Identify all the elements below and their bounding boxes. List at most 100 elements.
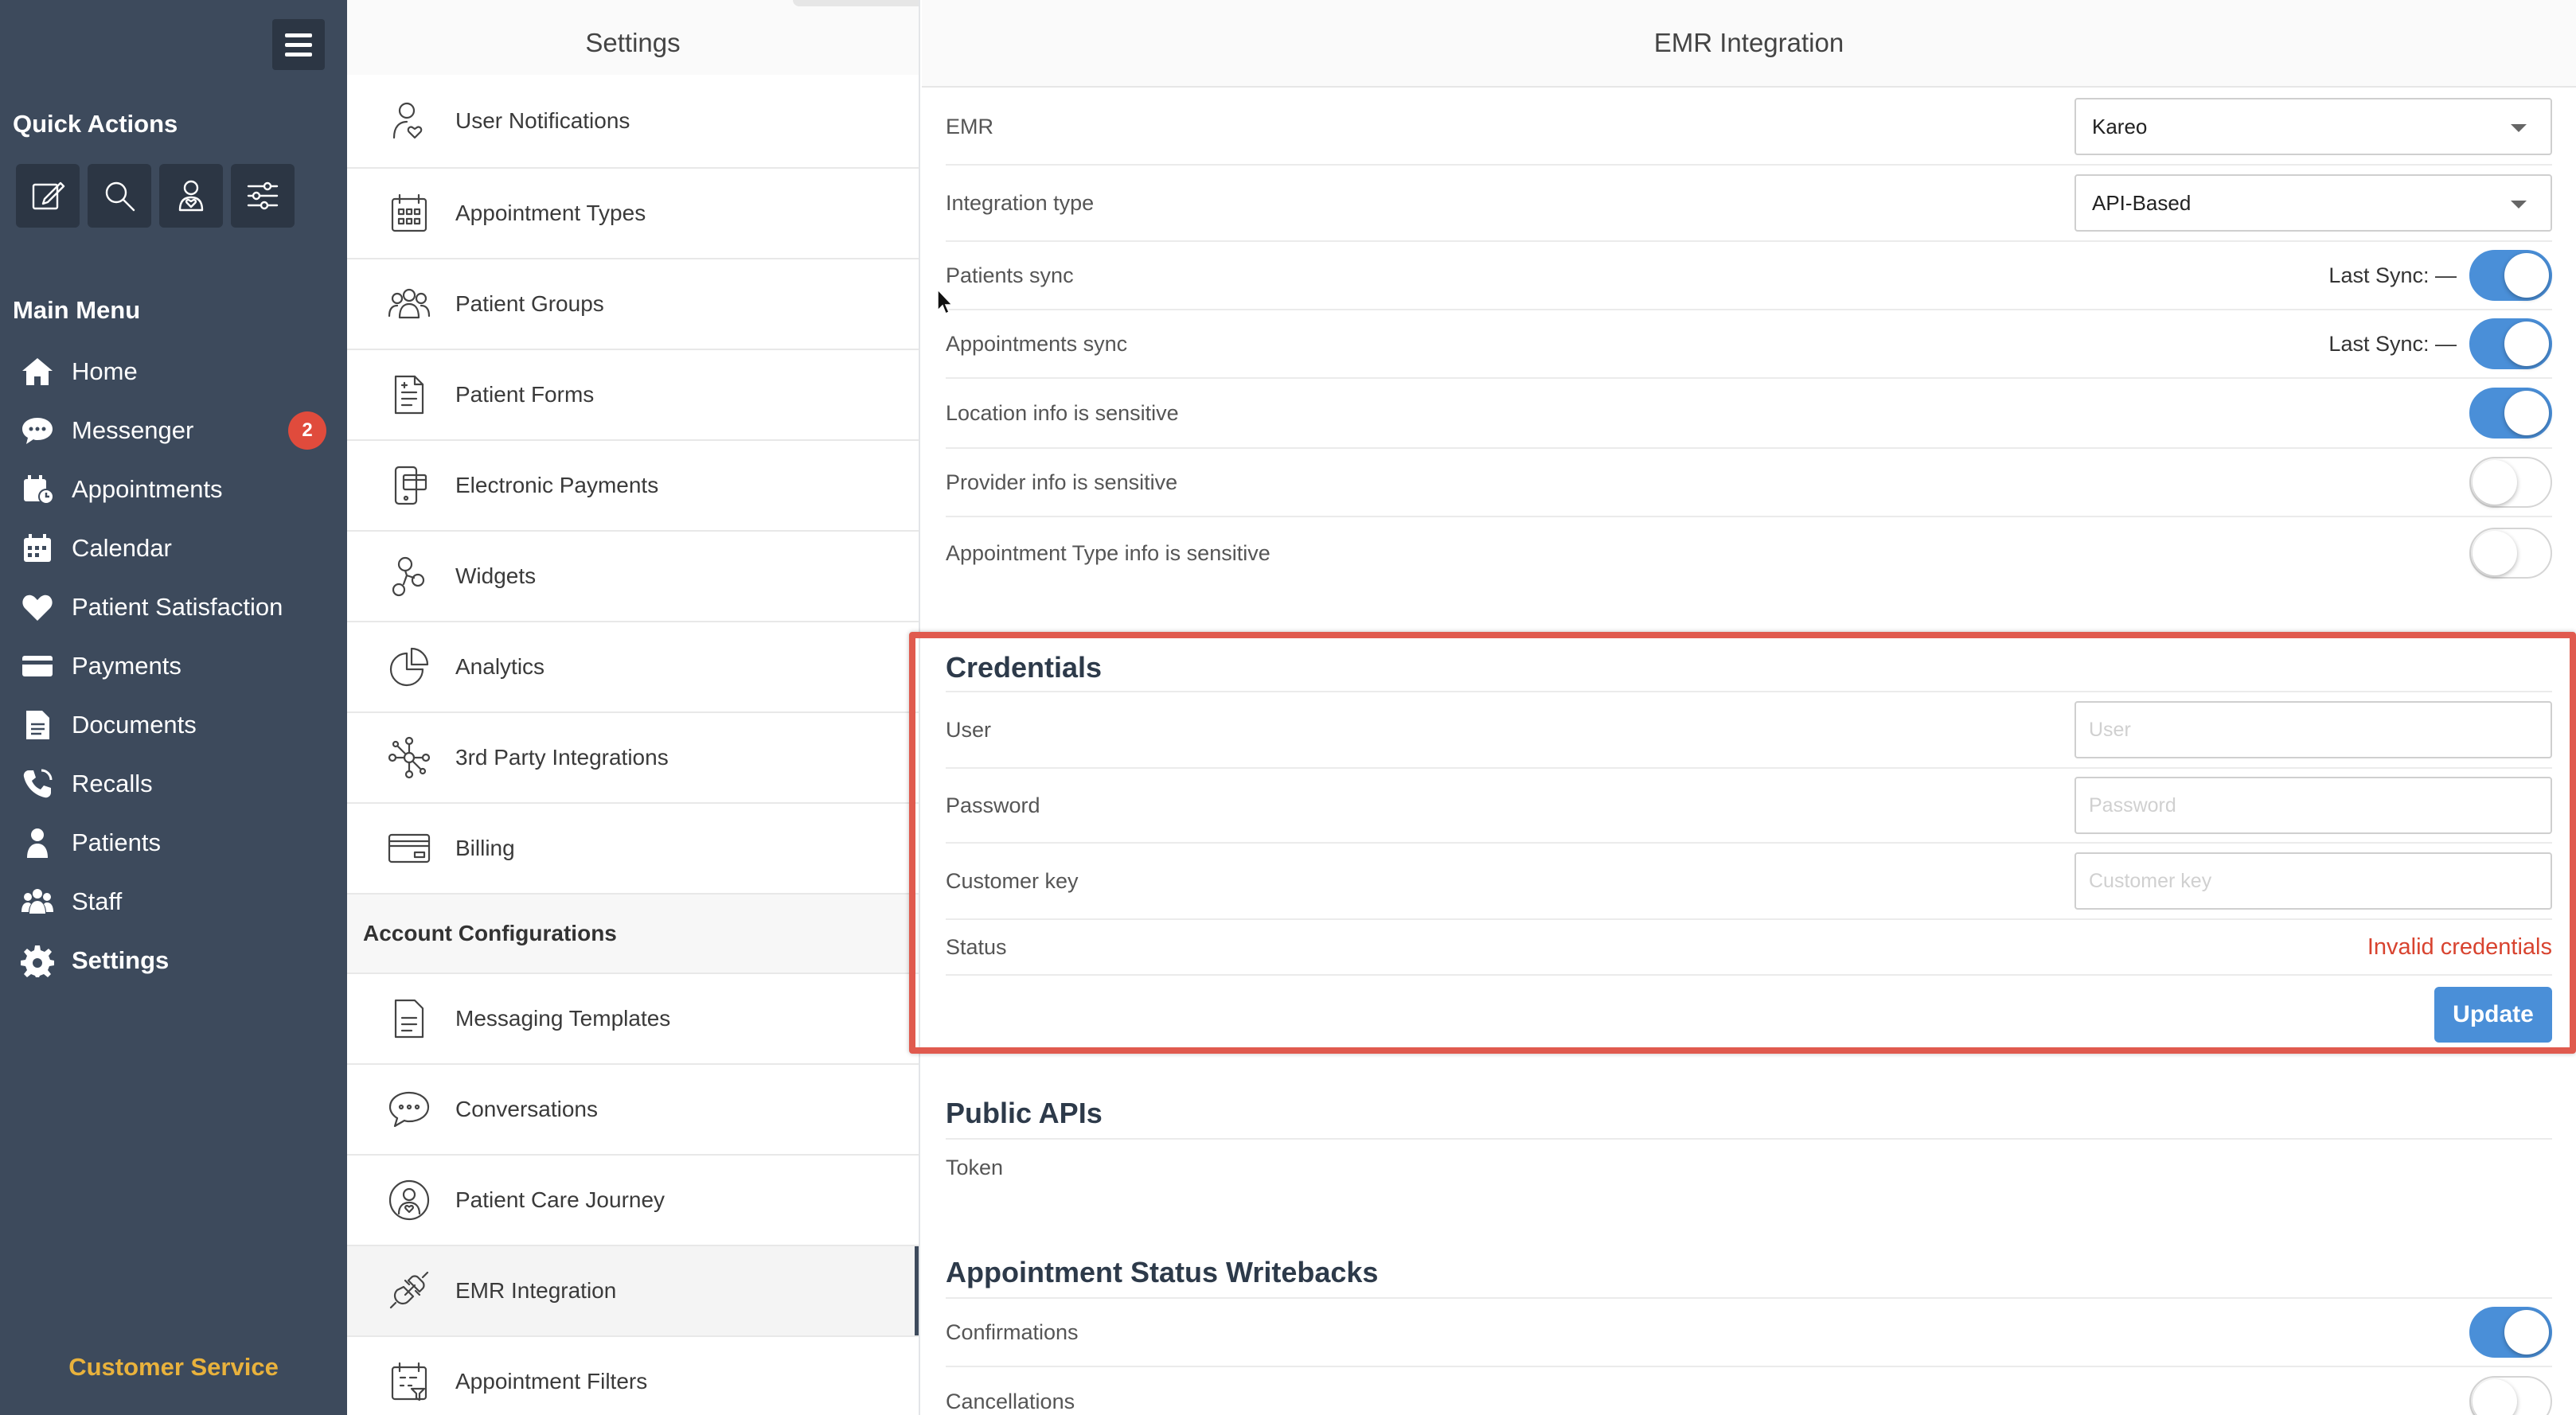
integration-type-label: Integration type [946,190,1095,215]
conversation-icon [387,1087,431,1132]
toggle-knob [2473,460,2517,505]
settings-item-label: Conversations [455,1097,598,1121]
menu-item-documents[interactable]: Documents [0,696,347,754]
patients-sync-toggle[interactable] [2469,250,2552,301]
customer-service-link[interactable]: Customer Service [0,1353,347,1382]
settings-item-patient-groups[interactable]: Patient Groups [347,259,919,350]
calendar-icon [19,530,56,567]
settings-item-electronic-payments[interactable]: Electronic Payments [347,441,919,532]
patients-sync-row: Patients sync Last Sync: — [946,242,2552,310]
menu-item-home[interactable]: Home [0,342,347,401]
quick-actions-row [16,164,295,228]
calendar-grid-icon [387,191,431,236]
menu-item-recalls[interactable]: Recalls [0,754,347,813]
settings-item-analytics[interactable]: Analytics [347,622,919,713]
menu-item-label: Patients [72,828,162,856]
account-configurations-header: Account Configurations [347,895,919,974]
public-apis-heading: Public APIs [946,1097,1103,1129]
settings-item-label: Patient Care Journey [455,1187,665,1212]
form-icon [387,372,431,417]
settings-panel: Settings User Notifications Appointment … [347,0,920,1415]
toggle-knob [2504,391,2549,435]
menu-item-label: Messenger [72,416,194,444]
filter-calendar-icon [387,1359,431,1404]
menu-item-label: Recalls [72,770,153,797]
settings-item-label: Patient Forms [455,382,595,407]
care-journey-icon [387,1178,431,1222]
gear-icon [19,942,56,979]
location-sensitive-label: Location info is sensitive [946,400,1179,425]
settings-item-label: EMR Integration [455,1278,617,1303]
widget-icon [387,554,431,598]
chat-icon [19,412,56,449]
confirmations-toggle[interactable] [2469,1307,2552,1358]
provider-sensitive-toggle[interactable] [2469,457,2552,508]
menu-item-payments[interactable]: Payments [0,637,347,696]
settings-item-appointment-filters[interactable]: Appointment Filters [347,1337,919,1415]
emr-label: EMR [946,114,993,138]
main-menu-title: Main Menu [13,296,141,324]
quick-action-search-button[interactable] [88,164,151,228]
settings-item-label: Messaging Templates [455,1006,671,1031]
top-scroll-shadow [793,0,919,6]
menu-item-label: Home [72,357,138,385]
document-icon [19,707,56,743]
menu-item-patient-satisfaction[interactable]: Patient Satisfaction [0,578,347,637]
settings-item-conversations[interactable]: Conversations [347,1065,919,1156]
settings-item-label: 3rd Party Integrations [455,745,669,770]
compose-icon [32,181,65,210]
toggle-knob [2504,322,2549,366]
settings-item-patient-forms[interactable]: Patient Forms [347,350,919,441]
provider-sensitive-label: Provider info is sensitive [946,470,1178,494]
settings-item-billing[interactable]: Billing [347,804,919,895]
confirmations-label: Confirmations [946,1319,1079,1344]
integration-type-select[interactable]: API-Based [2074,174,2552,232]
token-row: Token [946,1140,2552,1195]
settings-item-appointment-types[interactable]: Appointment Types [347,169,919,259]
location-sensitive-toggle[interactable] [2469,388,2552,439]
settings-item-messaging-templates[interactable]: Messaging Templates [347,974,919,1065]
home-icon [19,353,56,390]
settings-item-label: Billing [455,836,515,860]
network-icon [387,735,431,780]
settings-item-label: User Notifications [455,108,630,133]
settings-item-3rd-party-integrations[interactable]: 3rd Party Integrations [347,713,919,804]
emr-select[interactable]: Kareo [2074,98,2552,155]
settings-item-user-notifications[interactable]: User Notifications [347,75,919,169]
hamburger-icon-line [285,33,312,37]
toggle-knob [2473,531,2517,575]
menu-item-label: Patient Satisfaction [72,593,283,621]
menu-item-patients[interactable]: Patients [0,813,347,872]
provider-sensitive-row: Provider info is sensitive [946,449,2552,517]
template-icon [387,996,431,1041]
menu-item-calendar[interactable]: Calendar [0,519,347,578]
toggle-knob [2504,1310,2549,1355]
appointments-sync-toggle[interactable] [2469,318,2552,369]
quick-action-patient-button[interactable] [159,164,223,228]
settings-item-emr-integration[interactable]: EMR Integration [347,1246,919,1337]
menu-item-appointments[interactable]: Appointments [0,460,347,519]
settings-item-widgets[interactable]: Widgets [347,532,919,622]
user-heart-icon [178,180,204,212]
quick-action-compose-button[interactable] [16,164,80,228]
patients-sync-label: Patients sync [946,263,1074,287]
mouse-cursor-icon [937,288,954,315]
appointments-icon [19,471,56,508]
settings-item-label: Appointment Filters [455,1369,648,1394]
hamburger-menu-button[interactable] [272,19,325,70]
appointments-last-sync: Last Sync: — [2328,331,2457,356]
menu-item-messenger[interactable]: Messenger 2 [0,401,347,460]
menu-item-settings[interactable]: Settings [0,931,347,990]
messenger-unread-badge: 2 [288,411,326,450]
menu-item-staff[interactable]: Staff [0,872,347,931]
appointment-type-sensitive-toggle[interactable] [2469,528,2552,579]
quick-action-filters-button[interactable] [231,164,295,228]
patients-last-sync: Last Sync: — [2328,263,2457,287]
cancellations-toggle[interactable] [2469,1376,2552,1415]
toggle-knob [2473,1379,2517,1415]
card-icon [19,648,56,684]
emr-select-value: Kareo [2092,114,2148,138]
heart-icon [19,589,56,626]
appointments-sync-row: Appointments sync Last Sync: — [946,310,2552,379]
settings-item-patient-care-journey[interactable]: Patient Care Journey [347,1156,919,1246]
